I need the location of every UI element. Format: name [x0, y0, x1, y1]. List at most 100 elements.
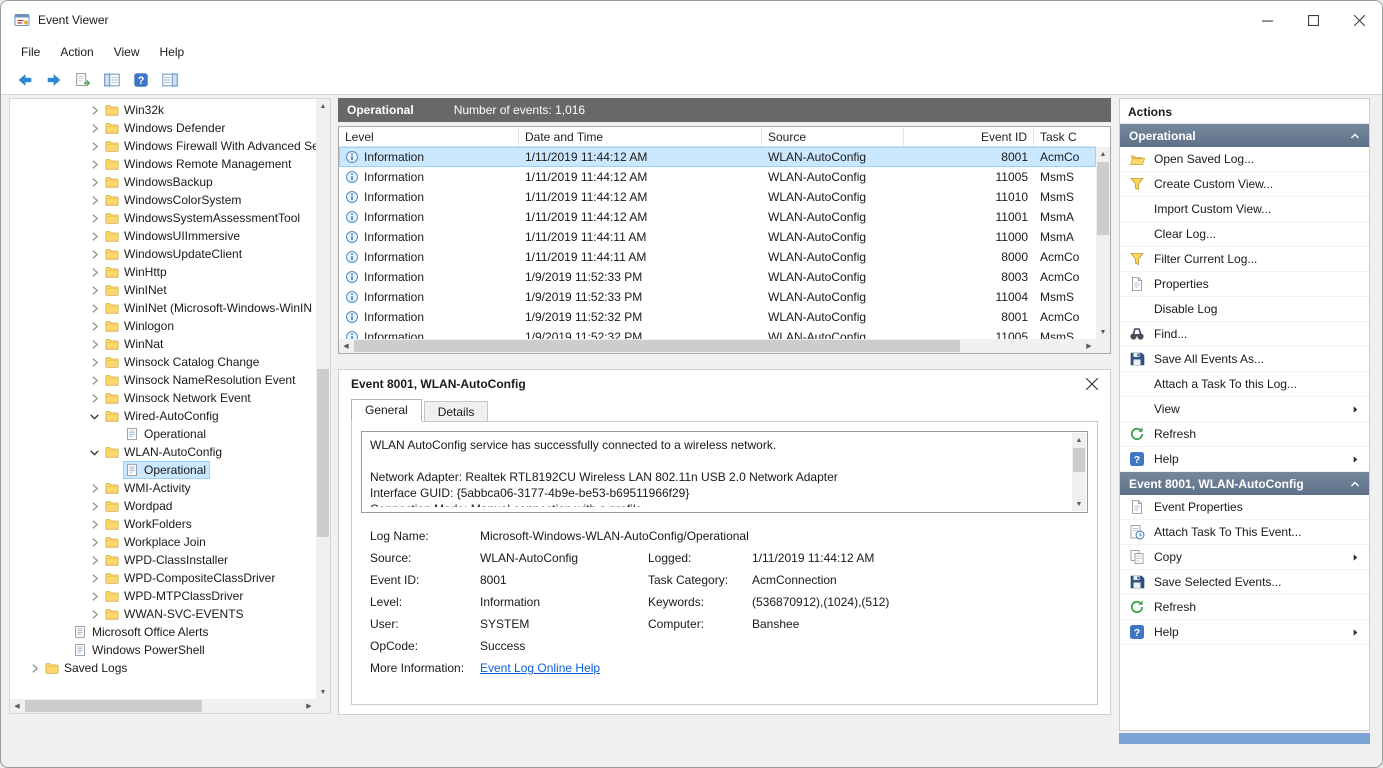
tree-vertical-scrollbar[interactable]: ▲ ▼ — [316, 99, 330, 699]
tree-item-windowssystemassessmenttool[interactable]: WindowsSystemAssessmentTool — [10, 209, 316, 227]
chevron-expanded-icon[interactable] — [88, 410, 101, 423]
chevron-collapsed-icon[interactable] — [88, 356, 101, 369]
scroll-thumb[interactable] — [317, 369, 329, 537]
column-header-date-and-time[interactable]: Date and Time — [519, 127, 762, 146]
maximize-button[interactable] — [1290, 1, 1336, 39]
scroll-thumb[interactable] — [1073, 448, 1085, 472]
tree-item-winsock-network-event[interactable]: Winsock Network Event — [10, 389, 316, 407]
scroll-up-icon[interactable]: ▲ — [1096, 147, 1110, 161]
tree-item-wininet[interactable]: WinINet — [10, 281, 316, 299]
tree-item-wmi-activity[interactable]: WMI-Activity — [10, 479, 316, 497]
tree-item-windows-firewall-with-advanced-se[interactable]: Windows Firewall With Advanced Se — [10, 137, 316, 155]
table-horizontal-scrollbar[interactable]: ◀ ▶ — [339, 339, 1096, 353]
tree-horizontal-scrollbar[interactable]: ◀ ▶ — [10, 699, 316, 713]
close-button[interactable] — [1336, 1, 1382, 39]
export-button[interactable] — [71, 68, 95, 92]
event-row[interactable]: Information1/9/2019 11:52:33 PMWLAN-Auto… — [339, 287, 1096, 307]
chevron-collapsed-icon[interactable] — [88, 158, 101, 171]
tree-item-operational[interactable]: Operational — [10, 425, 316, 443]
tree-item-windowsuiimmersive[interactable]: WindowsUIImmersive — [10, 227, 316, 245]
forward-button[interactable] — [42, 68, 66, 92]
column-header-source[interactable]: Source — [762, 127, 904, 146]
scroll-right-icon[interactable]: ▶ — [302, 699, 316, 713]
chevron-collapsed-icon[interactable] — [88, 302, 101, 315]
action-open-saved-log[interactable]: Open Saved Log... — [1120, 147, 1369, 172]
menu-action[interactable]: Action — [50, 41, 103, 63]
scroll-up-icon[interactable]: ▲ — [1072, 433, 1086, 447]
chevron-collapsed-icon[interactable] — [88, 176, 101, 189]
tree-item-winnat[interactable]: WinNat — [10, 335, 316, 353]
event-log-online-help-link[interactable]: Event Log Online Help — [480, 661, 1084, 675]
event-row[interactable]: Information1/11/2019 11:44:11 AMWLAN-Aut… — [339, 227, 1096, 247]
event-row[interactable]: Information1/9/2019 11:52:32 PMWLAN-Auto… — [339, 307, 1096, 327]
back-button[interactable] — [13, 68, 37, 92]
event-row[interactable]: Information1/11/2019 11:44:12 AMWLAN-Aut… — [339, 187, 1096, 207]
action-clear-log[interactable]: Clear Log... — [1120, 222, 1369, 247]
action-refresh[interactable]: Refresh — [1120, 422, 1369, 447]
tree-item-wpd-compositeclassdriver[interactable]: WPD-CompositeClassDriver — [10, 569, 316, 587]
scroll-down-icon[interactable]: ▼ — [1072, 497, 1086, 511]
collapse-icon[interactable] — [1350, 480, 1360, 488]
tree-item-winhttp[interactable]: WinHttp — [10, 263, 316, 281]
close-icon[interactable] — [1086, 378, 1098, 390]
minimize-button[interactable] — [1244, 1, 1290, 39]
scroll-down-icon[interactable]: ▼ — [316, 685, 330, 699]
chevron-collapsed-icon[interactable] — [88, 536, 101, 549]
chevron-collapsed-icon[interactable] — [88, 392, 101, 405]
action-create-custom-view[interactable]: Create Custom View... — [1120, 172, 1369, 197]
tree-item-wlan-autoconfig[interactable]: WLAN-AutoConfig — [10, 443, 316, 461]
chevron-collapsed-icon[interactable] — [88, 572, 101, 585]
description-scrollbar[interactable]: ▲ ▼ — [1072, 433, 1086, 511]
scroll-thumb[interactable] — [25, 700, 202, 712]
event-row[interactable]: Information1/11/2019 11:44:12 AMWLAN-Aut… — [339, 147, 1096, 167]
chevron-collapsed-icon[interactable] — [88, 320, 101, 333]
scroll-left-icon[interactable]: ◀ — [10, 699, 24, 713]
action-refresh[interactable]: Refresh — [1120, 595, 1369, 620]
menu-view[interactable]: View — [104, 41, 150, 63]
chevron-collapsed-icon[interactable] — [88, 482, 101, 495]
scroll-down-icon[interactable]: ▼ — [1096, 325, 1110, 339]
chevron-collapsed-icon[interactable] — [88, 230, 101, 243]
action-help[interactable]: ?Help — [1120, 447, 1369, 472]
console-tree-button[interactable] — [100, 68, 124, 92]
table-vertical-scrollbar[interactable]: ▲ ▼ — [1096, 147, 1110, 339]
chevron-collapsed-icon[interactable] — [88, 104, 101, 117]
action-save-selected-events[interactable]: Save Selected Events... — [1120, 570, 1369, 595]
tree-item-windows-remote-management[interactable]: Windows Remote Management — [10, 155, 316, 173]
tree-item-wordpad[interactable]: Wordpad — [10, 497, 316, 515]
chevron-collapsed-icon[interactable] — [88, 122, 101, 135]
chevron-collapsed-icon[interactable] — [88, 554, 101, 567]
chevron-collapsed-icon[interactable] — [88, 518, 101, 531]
event-row[interactable]: Information1/11/2019 11:44:12 AMWLAN-Aut… — [339, 207, 1096, 227]
scroll-left-icon[interactable]: ◀ — [339, 339, 353, 353]
actions-section-header-operational[interactable]: Operational — [1120, 124, 1369, 147]
tree-item-windows-powershell[interactable]: Windows PowerShell — [10, 641, 316, 659]
chevron-collapsed-icon[interactable] — [88, 266, 101, 279]
column-header-task-c[interactable]: Task C — [1034, 127, 1096, 146]
scroll-up-icon[interactable]: ▲ — [316, 99, 330, 113]
tree-item-operational[interactable]: Operational — [10, 461, 316, 479]
tree-item-winlogon[interactable]: Winlogon — [10, 317, 316, 335]
scroll-right-icon[interactable]: ▶ — [1082, 339, 1096, 353]
action-attach-a-task-to-this-log[interactable]: Attach a Task To this Log... — [1120, 372, 1369, 397]
chevron-collapsed-icon[interactable] — [88, 500, 101, 513]
tab-details[interactable]: Details — [424, 401, 489, 422]
action-properties[interactable]: Properties — [1120, 272, 1369, 297]
scroll-thumb[interactable] — [1097, 162, 1109, 235]
chevron-collapsed-icon[interactable] — [88, 608, 101, 621]
action-attach-task-to-this-event[interactable]: Attach Task To This Event... — [1120, 520, 1369, 545]
tree-item-saved-logs[interactable]: Saved Logs — [10, 659, 316, 677]
tree-item-wired-autoconfig[interactable]: Wired-AutoConfig — [10, 407, 316, 425]
action-pane-button[interactable] — [158, 68, 182, 92]
column-header-event-id[interactable]: Event ID — [904, 127, 1034, 146]
chevron-collapsed-icon[interactable] — [88, 140, 101, 153]
tree-item-winsock-nameresolution-event[interactable]: Winsock NameResolution Event — [10, 371, 316, 389]
action-save-all-events-as[interactable]: Save All Events As... — [1120, 347, 1369, 372]
action-help[interactable]: ?Help — [1120, 620, 1369, 645]
menu-help[interactable]: Help — [150, 41, 195, 63]
chevron-collapsed-icon[interactable] — [88, 194, 101, 207]
event-row[interactable]: Information1/11/2019 11:44:12 AMWLAN-Aut… — [339, 167, 1096, 187]
tab-general[interactable]: General — [351, 399, 422, 422]
tree-item-windows-defender[interactable]: Windows Defender — [10, 119, 316, 137]
action-view[interactable]: View — [1120, 397, 1369, 422]
